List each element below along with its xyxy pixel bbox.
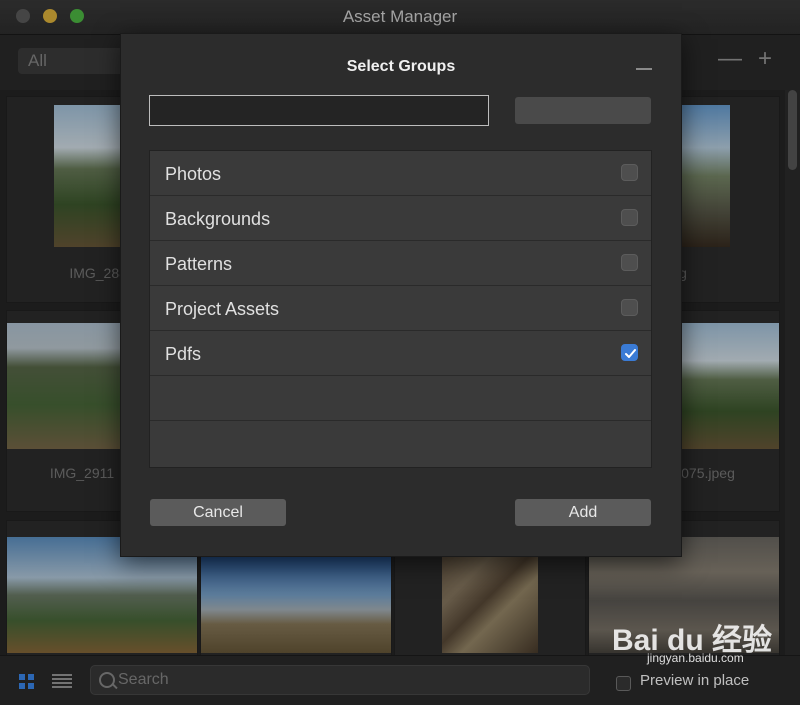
group-label: Photos [165,164,222,184]
group-checkbox[interactable] [621,164,638,181]
group-checkbox[interactable] [621,254,638,271]
group-row-project-assets[interactable]: Project Assets [150,286,651,331]
watermark-url: jingyan.baidu.com [647,651,744,665]
group-checkbox[interactable] [621,209,638,226]
group-row-empty [150,421,651,465]
group-checkbox-checked[interactable] [621,344,638,361]
group-row-patterns[interactable]: Patterns [150,241,651,286]
group-row-backgrounds[interactable]: Backgrounds [150,196,651,241]
group-checkbox[interactable] [621,299,638,316]
group-label: Backgrounds [165,209,271,229]
watermark: Bai du 经验 jingyan.baidu.com [612,615,792,670]
create-group-button[interactable] [515,97,651,124]
group-label: Project Assets [165,299,280,319]
group-row-empty [150,376,651,421]
group-name-input[interactable] [149,95,489,126]
group-label: Pdfs [165,344,202,364]
group-row-pdfs[interactable]: Pdfs [150,331,651,376]
cancel-button[interactable]: Cancel [150,499,286,526]
dialog-minimize-icon[interactable] [636,68,652,70]
group-label: Patterns [165,254,233,274]
add-groups-button[interactable]: Add [515,499,651,526]
group-row-photos[interactable]: Photos [150,151,651,196]
dialog-title: Select Groups [346,58,456,75]
asset-manager-window: Asset Manager All — + IMG_2881 03.jpeg I… [0,0,800,705]
checkmark-icon [625,349,636,358]
select-groups-dialog: Select Groups Photos Backgrounds Pattern… [120,33,682,557]
group-list: Photos Backgrounds Patterns Project Asse… [149,150,652,468]
